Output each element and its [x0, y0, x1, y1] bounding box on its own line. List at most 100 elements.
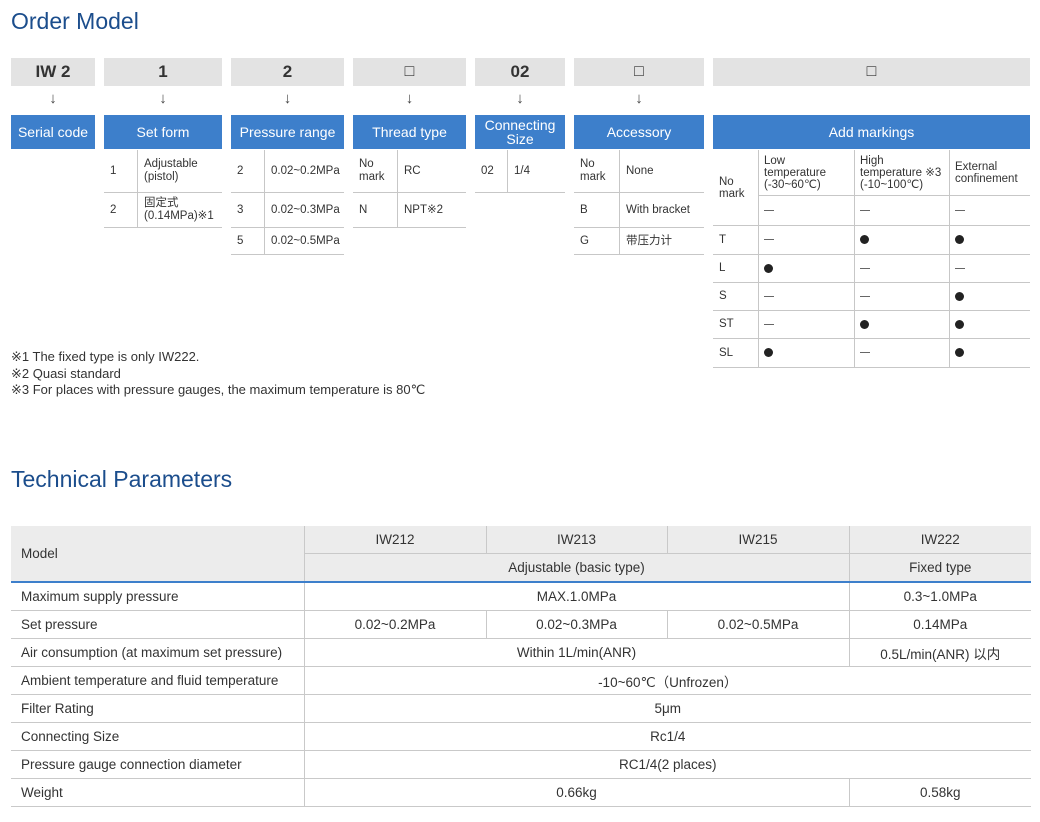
accessory-value: With bracket — [626, 203, 690, 216]
model-label: Model — [11, 526, 305, 583]
accessory-value: None — [626, 164, 654, 177]
pressure-range-key: 5 — [231, 228, 265, 254]
param-value: -10~60℃（Unfrozen） — [304, 666, 1031, 695]
filled-dot-icon — [955, 235, 964, 244]
param-value: 0.14MPa — [849, 610, 1031, 639]
technical-parameters-title: Technical Parameters — [11, 466, 233, 492]
param-value: 0.02~0.3MPa — [486, 610, 668, 639]
marking-cell — [854, 282, 949, 310]
param-label: Ambient temperature and fluid temperatur… — [11, 666, 305, 695]
pressure-range-value: 0.02~0.3MPa — [271, 203, 340, 216]
dash-icon — [764, 323, 774, 325]
param-value: MAX.1.0MPa — [304, 582, 850, 611]
connecting-size-key: 02 — [475, 150, 508, 192]
code-set-form: 1 — [104, 58, 222, 86]
marking-cell — [854, 338, 949, 367]
param-label: Weight — [11, 778, 305, 807]
param-label: Maximum supply pressure — [11, 582, 305, 611]
arrow-down-icon: ↓ — [49, 90, 57, 107]
param-value: 5μm — [304, 694, 1031, 723]
marking-cell — [949, 338, 1030, 367]
marking-cell — [758, 338, 854, 367]
accessory-row: G 带压力计 — [574, 228, 704, 255]
markings-corner: No mark — [719, 175, 745, 200]
set-form-key: 1 — [104, 150, 138, 192]
marking-key: SL — [719, 346, 734, 359]
connecting-size-row: 02 1/4 — [475, 150, 565, 193]
marking-cell — [854, 254, 949, 282]
marking-cell — [758, 310, 854, 338]
marking-cell — [949, 225, 1030, 254]
marking-cell — [758, 225, 854, 254]
marking-cell — [854, 310, 949, 338]
order-notes: ※1 The fixed type is only IW222. ※2 Quas… — [11, 349, 425, 399]
param-value: RC1/4(2 places) — [304, 750, 1031, 779]
code-pressure-range: 2 — [231, 58, 344, 86]
order-model-title: Order Model — [11, 8, 139, 34]
accessory-row: No mark None — [574, 150, 704, 193]
header-thread-type: Thread type — [353, 115, 466, 149]
param-label: Set pressure — [11, 610, 305, 639]
marking-cell — [949, 310, 1030, 338]
thread-type-value: NPT※2 — [404, 203, 444, 216]
marking-cell — [949, 282, 1030, 310]
marking-key: L — [719, 262, 726, 274]
thread-type-key: N — [353, 193, 398, 227]
param-label: Filter Rating — [11, 694, 305, 723]
markings-header-high-temp: High temperature ※3 (-10~100℃) — [860, 154, 942, 191]
arrow-down-icon: ↓ — [159, 90, 167, 107]
header-pressure-range: Pressure range — [231, 115, 344, 149]
adjustable-type-header: Adjustable (basic type) — [304, 553, 850, 583]
marking-cell — [758, 282, 854, 310]
markings-header-low-temp: Low temperature (-30~60℃) — [764, 154, 827, 191]
pressure-range-value: 0.02~0.5MPa — [271, 234, 340, 247]
code-connecting-size: 02 — [475, 58, 565, 86]
param-value: 0.58kg — [849, 778, 1031, 807]
accessory-key: G — [574, 228, 620, 254]
pressure-range-key: 3 — [231, 193, 265, 227]
technical-parameters-table: Model IW212 IW213 IW215 IW222 Adjustable… — [11, 526, 1031, 807]
accessory-row: B With bracket — [574, 193, 704, 228]
thread-type-row: No mark RC — [353, 150, 466, 193]
code-accessory: □ — [574, 58, 704, 86]
note: ※1 The fixed type is only IW222. — [11, 349, 200, 364]
arrow-down-icon: ↓ — [516, 90, 524, 107]
model-header: IW213 — [486, 526, 668, 554]
param-value: 0.5L/min(ANR) 以内 — [849, 638, 1031, 667]
filled-dot-icon — [764, 348, 773, 357]
dash-icon — [955, 267, 965, 269]
pressure-range-key: 2 — [231, 150, 265, 192]
note: ※2 Quasi standard — [11, 365, 121, 381]
fixed-type-header: Fixed type — [849, 553, 1031, 583]
param-value: 0.02~0.2MPa — [304, 610, 487, 639]
model-header: IW222 — [849, 526, 1031, 554]
marking-key: S — [719, 290, 727, 302]
filled-dot-icon — [955, 348, 964, 357]
dash-icon — [860, 295, 870, 297]
param-label: Pressure gauge connection diameter — [11, 750, 305, 779]
accessory-key: B — [574, 193, 620, 227]
dash-icon — [764, 209, 774, 211]
filled-dot-icon — [955, 291, 964, 301]
dash-icon — [860, 352, 870, 353]
param-value: Within 1L/min(ANR) — [304, 638, 850, 667]
marking-cell — [758, 195, 854, 225]
note: ※3 For places with pressure gauges, the … — [11, 382, 426, 397]
marking-key: ST — [719, 318, 734, 330]
marking-key: T — [719, 233, 727, 246]
header-connecting-size: Connecting Size — [475, 115, 565, 149]
dash-icon — [955, 209, 965, 211]
set-form-key: 2 — [104, 193, 138, 227]
thread-type-key: No mark — [353, 150, 398, 192]
code-serial: IW 2 — [11, 58, 95, 86]
pressure-range-row: 3 0.02~0.3MPa — [231, 193, 344, 228]
param-label: Air consumption (at maximum set pressure… — [11, 638, 305, 667]
dash-icon — [764, 239, 774, 240]
marking-cell — [949, 195, 1030, 225]
param-value: 0.02~0.5MPa — [667, 610, 850, 639]
header-serial-code: Serial code — [11, 115, 95, 149]
filled-dot-icon — [860, 319, 869, 329]
param-value: 0.66kg — [304, 778, 850, 807]
connecting-size-value: 1/4 — [514, 164, 530, 177]
param-label: Connecting Size — [11, 722, 305, 751]
